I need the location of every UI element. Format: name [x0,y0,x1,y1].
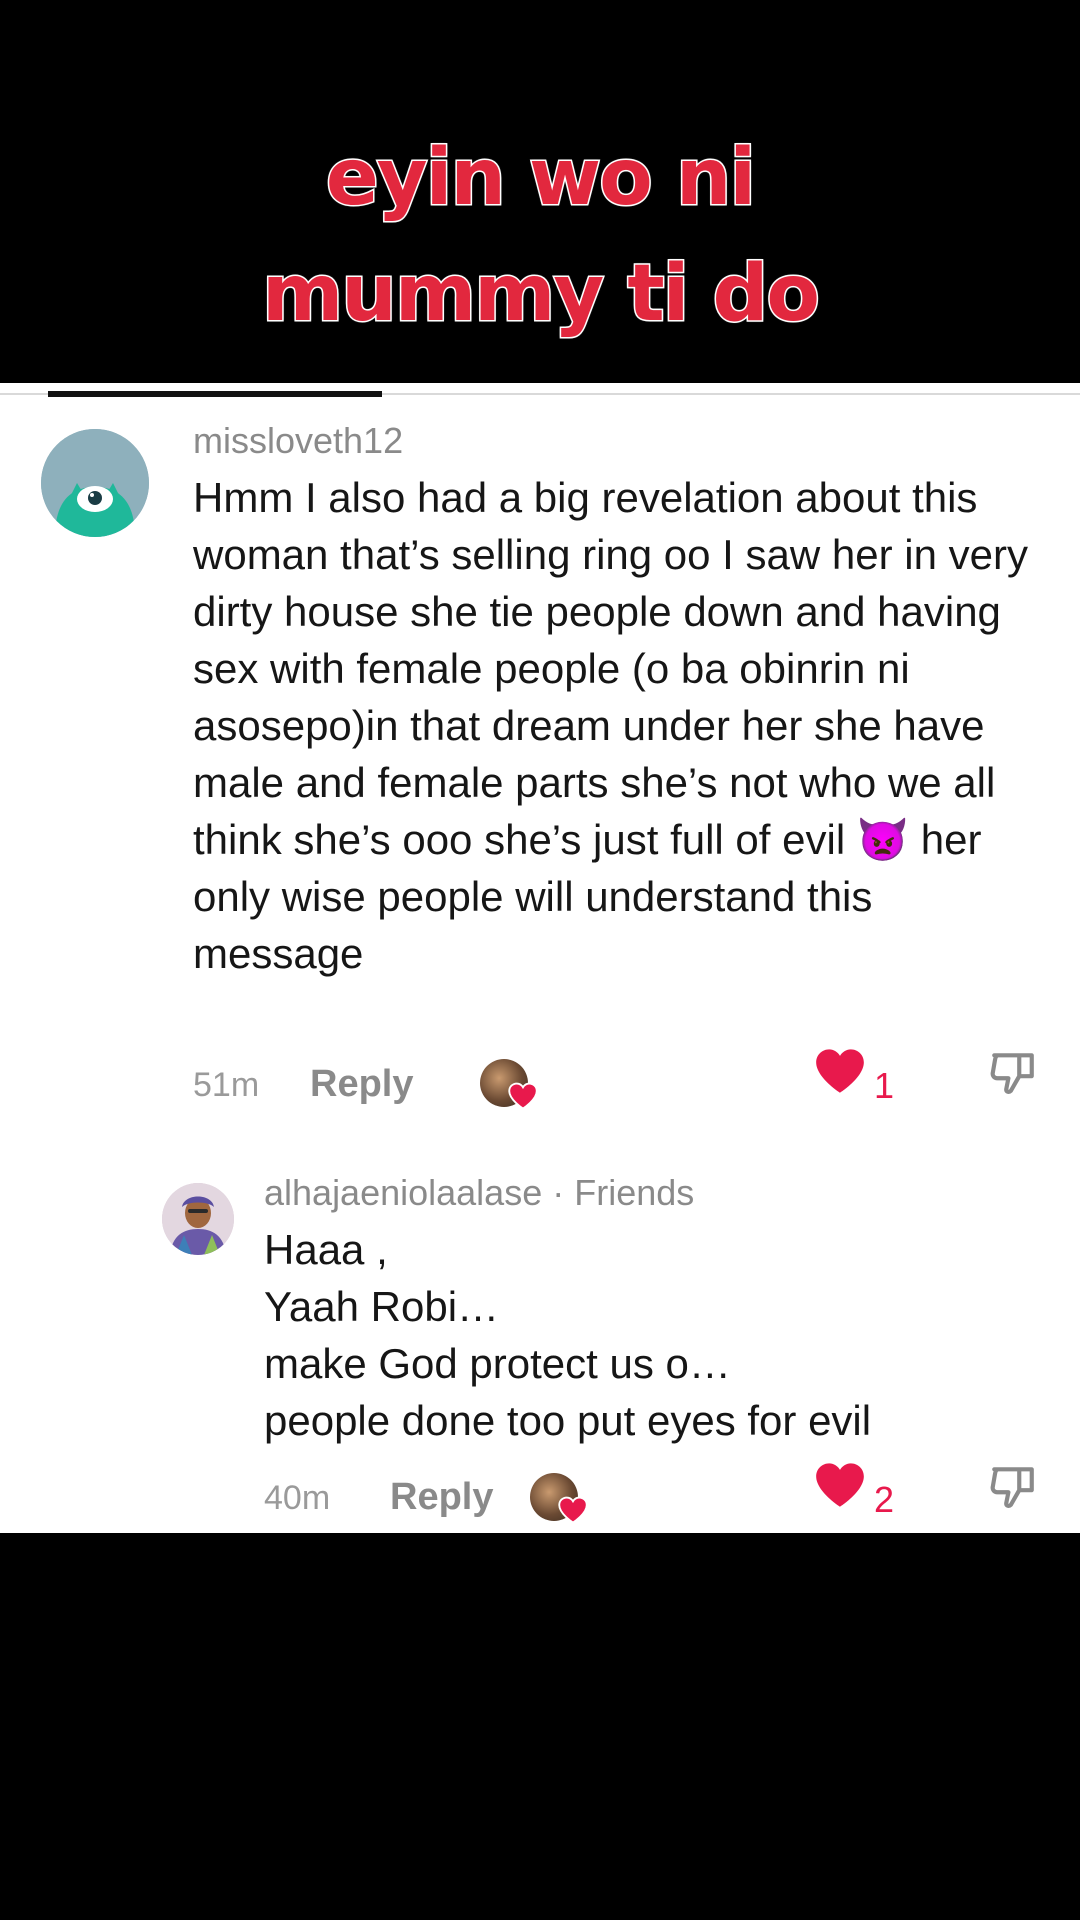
comment-timestamp: 51m [193,1066,260,1104]
comment-username[interactable]: alhajaeniolaalase · Friends [264,1171,694,1215]
reply-username[interactable]: alhajaeniolaalase [264,1172,542,1213]
like-count: 2 [874,1479,895,1520]
like-heart-icon[interactable] [814,1461,866,1509]
avatar-alhajaeniolaalase[interactable] [162,1183,234,1255]
profile-photo-icon [162,1183,234,1255]
avatar-missloveth12[interactable] [41,429,149,537]
dislike-icon[interactable] [988,1047,1038,1097]
dislike-icon[interactable] [988,1461,1038,1511]
teal-monster-avatar-icon [41,429,149,537]
progress-indicator [48,391,382,397]
overlay-caption-line-2: mummy ti do [261,248,822,341]
comment-screenshot-panel: missloveth12 Hmm I also had a big revela… [0,383,1080,1533]
video-frame: eyin wo ni mummy ti do missloveth12 Hmm … [0,0,1080,1920]
video-overlay-caption: eyin wo ni mummy ti do [0,120,1080,352]
creator-liked-heart-icon [508,1082,538,1110]
video-bottom-area [0,1533,1080,1920]
comment-text: Hmm I also had a big revelation about th… [193,474,1028,977]
creator-liked-heart-icon [558,1496,588,1524]
like-count: 1 [874,1065,895,1106]
overlay-caption-line-1: eyin wo ni [324,132,757,225]
comment-username[interactable]: missloveth12 [193,419,403,463]
reply-button[interactable]: Reply [390,1476,493,1519]
comment-text: Haaa , Yaah Robi… make God protect us o…… [264,1226,872,1444]
reply-button[interactable]: Reply [310,1063,413,1106]
friends-tag: · Friends [542,1172,695,1213]
like-heart-icon[interactable] [814,1047,866,1095]
comment-timestamp: 40m [264,1479,331,1517]
